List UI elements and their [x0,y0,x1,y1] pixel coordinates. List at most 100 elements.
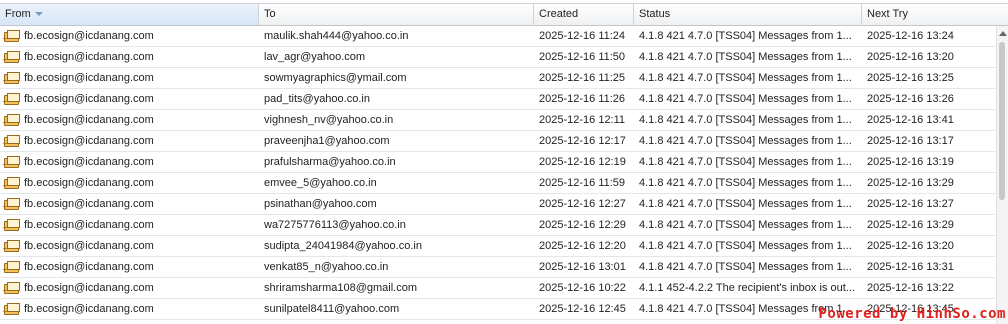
cell-status-text: 4.1.8 421 4.7.0 [TSS04] Messages from 1.… [639,198,852,210]
cell-to: wa7275776113@yahoo.co.in [259,215,533,235]
table-row[interactable]: fb.ecosign@icdanang.com prafulsharma@yaho… [0,152,995,173]
cell-to-text: sowmyagraphics@ymail.com [264,72,407,84]
table-row[interactable]: fb.ecosign@icdanang.com emvee_5@yahoo.co.… [0,173,995,194]
cell-to: sowmyagraphics@ymail.com [259,68,533,88]
column-header-from[interactable]: From [0,4,259,25]
mail-envelope-icon [4,303,20,315]
cell-created: 2025-12-16 12:20 [534,236,634,256]
table-row[interactable]: fb.ecosign@icdanang.com venkat85_n@yahoo.… [0,257,995,278]
cell-status: 4.1.8 421 4.7.0 [TSS04] Messages from 1.… [634,47,862,67]
mail-envelope-icon [4,72,20,84]
cell-from-text: fb.ecosign@icdanang.com [24,177,154,189]
column-header-status[interactable]: Status [634,4,862,25]
cell-to-text: emvee_5@yahoo.co.in [264,177,377,189]
cell-from: fb.ecosign@icdanang.com [0,89,258,109]
cell-from: fb.ecosign@icdanang.com [0,110,258,130]
cell-status-text: 4.1.8 421 4.7.0 [TSS04] Messages from 1.… [639,51,852,63]
cell-created: 2025-12-16 13:01 [534,257,634,277]
table-row[interactable]: fb.ecosign@icdanang.com wa7275776113@yaho… [0,215,995,236]
column-header-created[interactable]: Created [534,4,634,25]
vertical-scrollbar[interactable] [996,26,1008,324]
cell-from: fb.ecosign@icdanang.com [0,152,258,172]
table-row[interactable]: fb.ecosign@icdanang.com sudipta_24041984@… [0,236,995,257]
cell-from: fb.ecosign@icdanang.com [0,26,258,46]
column-header-next-try[interactable]: Next Try [862,4,1008,25]
cell-to-text: prafulsharma@yahoo.co.in [264,156,396,168]
cell-created: 2025-12-16 12:27 [534,194,634,214]
cell-created-text: 2025-12-16 12:11 [539,114,626,126]
cell-created-text: 2025-12-16 12:45 [539,303,626,315]
cell-next-try-text: 2025-12-16 13:25 [867,72,954,84]
cell-status-text: 4.1.8 421 4.7.0 [TSS04] Messages from 1.… [639,156,852,168]
table-row[interactable]: fb.ecosign@icdanang.com vighnesh_nv@yahoo… [0,110,995,131]
cell-next-try: 2025-12-16 13:20 [862,47,995,67]
cell-next-try: 2025-12-16 13:41 [862,110,995,130]
mail-envelope-icon [4,135,20,147]
cell-created: 2025-12-16 12:11 [534,110,634,130]
cell-status-text: 4.1.8 421 4.7.0 [TSS04] Messages from 1.… [639,114,852,126]
cell-next-try-text: 2025-12-16 13:29 [867,219,954,231]
mail-envelope-icon [4,93,20,105]
cell-created: 2025-12-16 11:25 [534,68,634,88]
column-header-to-label: To [264,8,276,20]
cell-to: vighnesh_nv@yahoo.co.in [259,110,533,130]
cell-from-text: fb.ecosign@icdanang.com [24,261,154,273]
mail-envelope-icon [4,240,20,252]
cell-next-try: 2025-12-16 13:25 [862,68,995,88]
table-row[interactable]: fb.ecosign@icdanang.com shriramsharma108@… [0,278,995,299]
column-header-created-label: Created [539,8,579,20]
cell-to: praveenjha1@yahoo.com [259,131,533,151]
cell-status: 4.1.8 421 4.7.0 [TSS04] Messages from 1.… [634,131,862,151]
cell-from: fb.ecosign@icdanang.com [0,236,258,256]
cell-next-try: 2025-12-16 13:22 [862,278,995,298]
cell-created: 2025-12-16 12:45 [534,299,634,319]
cell-created-text: 2025-12-16 12:27 [539,198,626,210]
scrollbar-thumb[interactable] [999,42,1005,200]
cell-created-text: 2025-12-16 13:01 [539,261,626,273]
table-row[interactable]: fb.ecosign@icdanang.com praveenjha1@yahoo… [0,131,995,152]
cell-from: fb.ecosign@icdanang.com [0,299,258,319]
table-row[interactable]: fb.ecosign@icdanang.com lav_agr@yahoo.com… [0,47,995,68]
mail-envelope-icon [4,30,20,42]
cell-to: venkat85_n@yahoo.co.in [259,257,533,277]
cell-to-text: praveenjha1@yahoo.com [264,135,390,147]
cell-next-try-text: 2025-12-16 13:20 [867,51,954,63]
cell-from-text: fb.ecosign@icdanang.com [24,282,154,294]
scroll-up-arrow-icon[interactable] [999,31,1007,36]
cell-from-text: fb.ecosign@icdanang.com [24,303,154,315]
cell-status-text: 4.1.8 421 4.7.0 [TSS04] Messages from 1.… [639,177,852,189]
cell-from: fb.ecosign@icdanang.com [0,257,258,277]
cell-to: sudipta_24041984@yahoo.co.in [259,236,533,256]
cell-to-text: sudipta_24041984@yahoo.co.in [264,240,422,252]
cell-to: emvee_5@yahoo.co.in [259,173,533,193]
cell-to: maulik.shah444@yahoo.co.in [259,26,533,46]
table-row[interactable]: fb.ecosign@icdanang.com psinathan@yahoo.c… [0,194,995,215]
cell-next-try: 2025-12-16 13:29 [862,173,995,193]
cell-next-try-text: 2025-12-16 13:29 [867,177,954,189]
mail-envelope-icon [4,198,20,210]
cell-next-try: 2025-12-16 13:20 [862,236,995,256]
cell-status: 4.1.8 421 4.7.0 [TSS04] Messages from 1.… [634,236,862,256]
cell-created: 2025-12-16 12:17 [534,131,634,151]
cell-from-text: fb.ecosign@icdanang.com [24,93,154,105]
cell-to-text: sunilpatel8411@yahoo.com [264,303,400,315]
cell-created: 2025-12-16 12:29 [534,215,634,235]
cell-created-text: 2025-12-16 12:19 [539,156,626,168]
column-header-from-label: From [5,8,31,20]
sort-descending-icon [34,12,43,17]
cell-created-text: 2025-12-16 11:25 [539,72,626,84]
cell-status: 4.1.8 421 4.7.0 [TSS04] Messages from 1.… [634,257,862,277]
table-row[interactable]: fb.ecosign@icdanang.com pad_tits@yahoo.co… [0,89,995,110]
table-row[interactable]: fb.ecosign@icdanang.com sowmyagraphics@ym… [0,68,995,89]
grid-body: fb.ecosign@icdanang.com maulik.shah444@ya… [0,26,995,324]
column-header-to[interactable]: To [259,4,534,25]
mail-envelope-icon [4,114,20,126]
mail-envelope-icon [4,282,20,294]
table-row[interactable]: fb.ecosign@icdanang.com maulik.shah444@ya… [0,26,995,47]
cell-created: 2025-12-16 12:19 [534,152,634,172]
cell-to-text: vighnesh_nv@yahoo.co.in [264,114,394,126]
cell-to: psinathan@yahoo.com [259,194,533,214]
cell-next-try-text: 2025-12-16 13:41 [867,114,954,126]
cell-from: fb.ecosign@icdanang.com [0,173,258,193]
cell-next-try: 2025-12-16 13:27 [862,194,995,214]
